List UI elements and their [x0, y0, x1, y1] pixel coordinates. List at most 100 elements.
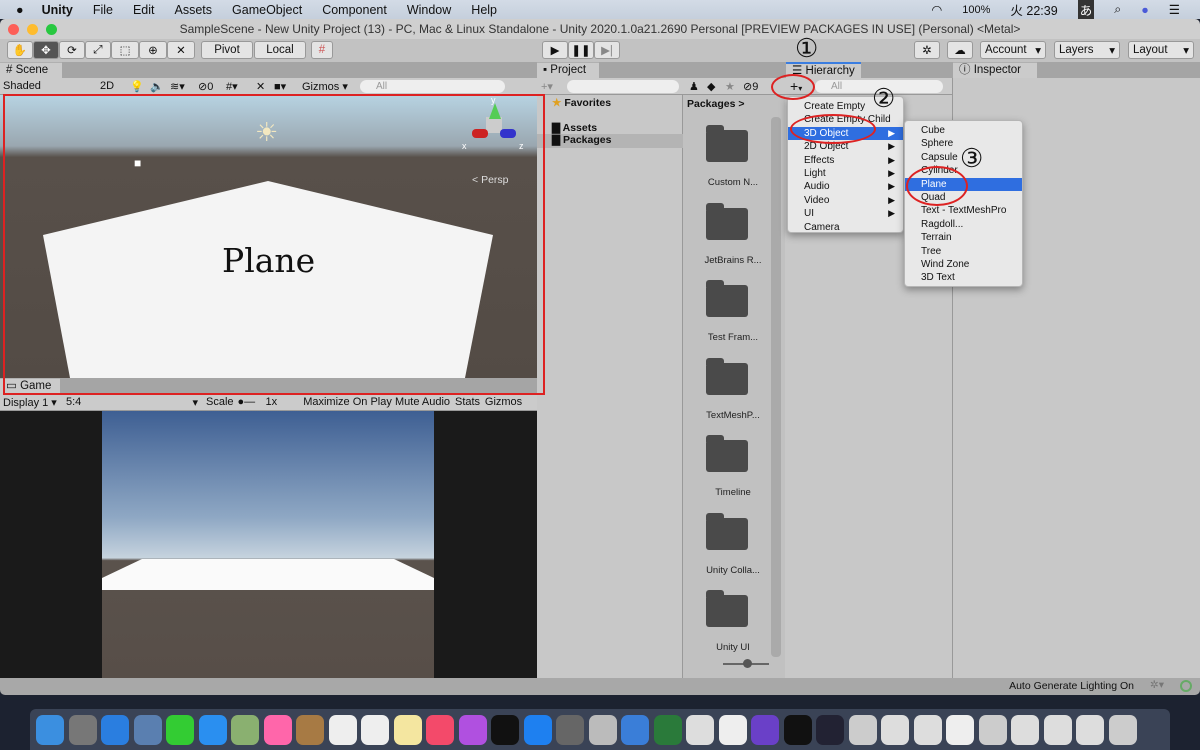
hand-tool[interactable]: ✋ [7, 41, 33, 59]
menu-item[interactable]: Text - TextMeshPro [905, 204, 1022, 217]
dock-app-icon[interactable] [588, 714, 617, 745]
dock-app-icon[interactable] [296, 714, 324, 745]
camera-icon[interactable]: ■▾ [274, 80, 302, 93]
folder-icon[interactable] [706, 512, 748, 550]
dock-app-icon[interactable] [751, 714, 779, 745]
scale-tool[interactable]: ⤢ [85, 41, 111, 59]
dock-app-icon[interactable] [1108, 714, 1137, 745]
siri-icon[interactable]: ● [1141, 3, 1149, 17]
clock[interactable]: 火 22:39 [1010, 0, 1057, 19]
menu-item[interactable]: UI ▶ [788, 207, 903, 220]
tree-item-packages[interactable]: ▇ Packages [537, 134, 683, 148]
dock-app-icon[interactable] [361, 714, 389, 745]
menu-item[interactable]: Ragdoll... [905, 218, 1022, 231]
layers-dropdown[interactable]: Layers ▾ [1054, 41, 1120, 59]
account-dropdown[interactable]: Account ▾ [980, 41, 1046, 59]
minimize-window-button[interactable] [27, 24, 38, 35]
dock-app-icon[interactable] [686, 714, 714, 745]
favorites-icon[interactable]: ★ [725, 80, 743, 93]
menu-item[interactable]: Camera [788, 221, 903, 234]
folder-label[interactable]: Timeline [683, 487, 783, 498]
move-tool[interactable]: ✥ [33, 41, 59, 59]
game-view[interactable] [0, 411, 537, 678]
folder-icon[interactable] [706, 202, 748, 240]
rotate-tool[interactable]: ⟳ [59, 41, 85, 59]
folder-label[interactable]: TextMeshP... [683, 410, 783, 421]
dock-app-icon[interactable] [36, 714, 64, 745]
shading-dropdown[interactable]: Shaded [0, 80, 100, 92]
dock-app-icon[interactable] [718, 714, 747, 745]
tab-inspector[interactable]: ⓘ Inspector [953, 62, 1037, 78]
menu-item[interactable]: Effects ▶ [788, 154, 903, 167]
app-menu[interactable]: Unity [42, 3, 73, 17]
dock-app-icon[interactable] [816, 714, 844, 745]
dock-app-icon[interactable] [458, 714, 487, 745]
dock-app-icon[interactable] [653, 714, 682, 745]
pause-button[interactable]: ❚❚ [568, 41, 594, 59]
menu-assets[interactable]: Assets [175, 3, 213, 17]
2d-toggle[interactable]: 2D [100, 80, 130, 92]
menu-item[interactable]: Audio ▶ [788, 180, 903, 193]
dock-app-icon[interactable] [166, 714, 194, 745]
dock-app-icon[interactable] [198, 714, 227, 745]
dock-app-icon[interactable] [946, 714, 974, 745]
dock-app-icon[interactable] [263, 714, 292, 745]
effects-icon[interactable]: ≋▾ [170, 80, 198, 93]
apple-icon[interactable]: ● [16, 3, 24, 17]
project-search-input[interactable] [567, 79, 679, 93]
menu-item[interactable]: Video ▶ [788, 194, 903, 207]
folder-label[interactable]: Test Fram... [683, 332, 783, 343]
game-gizmos-toggle[interactable]: Gizmos [484, 396, 524, 408]
grid-icon[interactable]: #▾ [226, 80, 256, 93]
aspect-dropdown[interactable]: 5:4 ▾ [66, 396, 202, 409]
menu-item[interactable]: Terrain [905, 231, 1022, 244]
menu-item[interactable]: Light ▶ [788, 167, 903, 180]
rect-tool[interactable]: ⬚ [111, 41, 139, 59]
menu-item[interactable]: Tree [905, 245, 1022, 258]
project-scrollbar[interactable] [771, 117, 781, 657]
dock-app-icon[interactable] [133, 714, 162, 745]
mute-audio-toggle[interactable]: Mute Audio [394, 396, 452, 408]
dock-app-icon[interactable] [848, 714, 877, 745]
dock-app-icon[interactable] [1076, 714, 1104, 745]
folder-icon[interactable] [706, 125, 748, 162]
dock-app-icon[interactable] [1011, 714, 1039, 745]
folder-icon[interactable] [706, 357, 748, 395]
pivot-toggle[interactable]: Pivot [201, 41, 253, 59]
dock-app-icon[interactable] [913, 714, 942, 745]
menu-help[interactable]: Help [471, 3, 497, 17]
tree-item-favorites[interactable]: ★ Favorites [552, 97, 611, 109]
zoom-window-button[interactable] [46, 24, 57, 35]
filter-label-icon[interactable]: ◆ [707, 80, 725, 93]
folder-label[interactable]: Unity Colla... [683, 565, 783, 576]
menu-file[interactable]: File [93, 3, 113, 17]
breadcrumb[interactable]: Packages > [687, 98, 745, 110]
dock-app-icon[interactable] [978, 714, 1007, 745]
gizmos-dropdown[interactable]: Gizmos ▾ [302, 80, 360, 93]
dock-app-icon[interactable] [68, 714, 97, 745]
lighting-settings-icon[interactable]: ✲▾ [1150, 679, 1164, 691]
scale-slider[interactable]: ●— [238, 396, 266, 408]
transform-tool[interactable]: ⊕ [139, 41, 167, 59]
menu-component[interactable]: Component [322, 3, 387, 17]
spotlight-icon[interactable]: ⌕ [1114, 2, 1121, 17]
dock-app-icon[interactable] [101, 714, 129, 745]
folder-label[interactable]: Custom N... [683, 177, 783, 188]
collab-icon[interactable]: ✲ [914, 41, 940, 59]
cloud-icon[interactable]: ☁ [947, 41, 973, 59]
snap-icon[interactable]: # [311, 41, 333, 59]
tools-icon[interactable]: ✕ [256, 80, 274, 93]
icon-size-slider[interactable] [723, 659, 769, 668]
dock-app-icon[interactable] [523, 714, 552, 745]
dock-app-icon[interactable] [426, 714, 454, 745]
dock-app-icon[interactable] [881, 714, 909, 745]
menu-item[interactable]: Cube [905, 124, 1022, 137]
dock-app-icon[interactable] [491, 714, 519, 745]
menu-item[interactable]: Wind Zone [905, 258, 1022, 271]
play-button[interactable]: ▶ [542, 41, 568, 59]
filter-type-icon[interactable]: ♟ [689, 80, 707, 93]
scene-search-input[interactable]: All [360, 79, 505, 93]
menu-gameobject[interactable]: GameObject [232, 3, 302, 17]
dock-app-icon[interactable] [231, 714, 259, 745]
lighting-status[interactable]: Auto Generate Lighting On [1009, 680, 1134, 692]
